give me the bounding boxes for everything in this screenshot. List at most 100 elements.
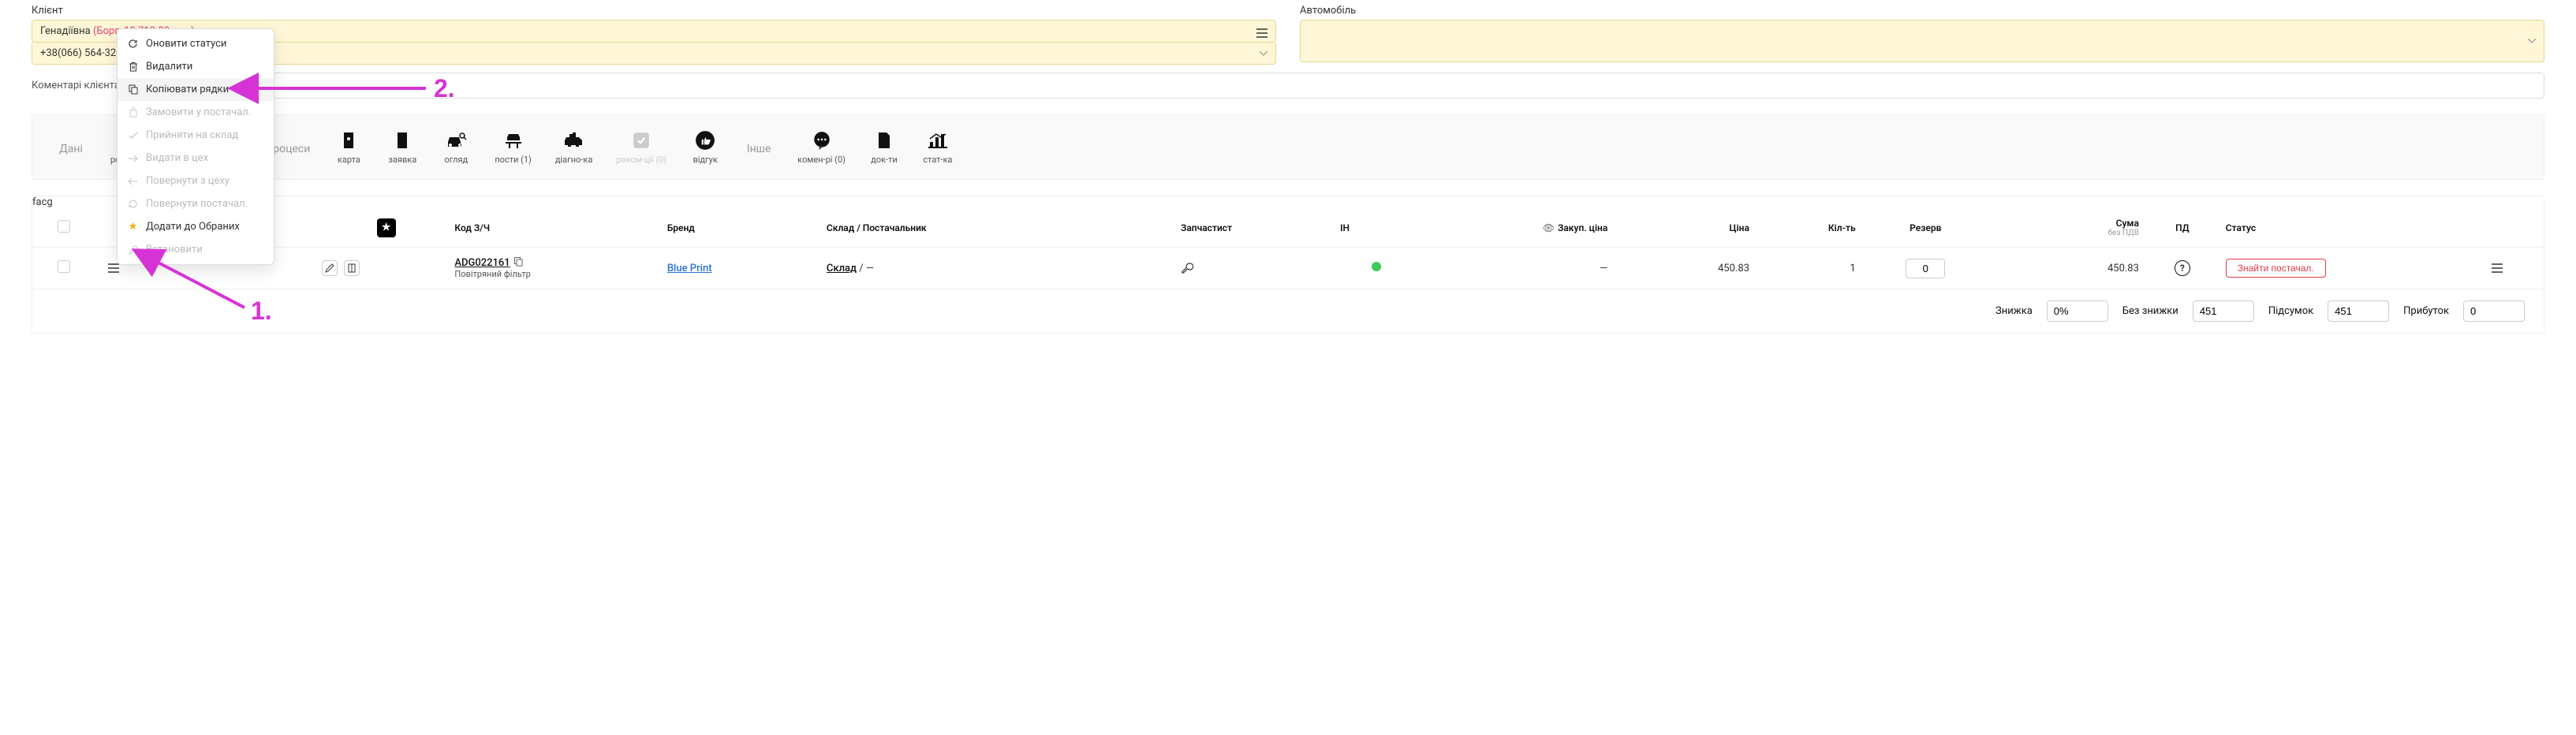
vehicle-field[interactable] — [1300, 20, 2544, 62]
car-search-icon — [445, 129, 467, 151]
tab-recom[interactable]: реком-ції (0) — [608, 129, 674, 165]
edit-icon[interactable] — [322, 260, 338, 276]
comment-input[interactable]: нта — [129, 73, 2544, 99]
favorites-filter-button[interactable]: ★ — [377, 218, 396, 237]
tab-review-label: відгук — [693, 155, 717, 165]
no-discount-input[interactable] — [2193, 300, 2254, 322]
ctx-copy[interactable]: Копіювати рядки — [118, 78, 274, 101]
thumb-up-icon — [694, 129, 716, 151]
col-pd[interactable]: ПД — [2147, 208, 2218, 248]
col-ih[interactable]: ІН — [1332, 208, 1421, 248]
tab-map[interactable]: карта — [326, 129, 371, 165]
book-icon[interactable] — [344, 260, 360, 276]
ctx-delete-label: Видалити — [146, 61, 192, 73]
ctx-refresh[interactable]: Оновити статуси — [118, 32, 274, 55]
row-actions-icon[interactable] — [2492, 263, 2536, 273]
tab-request-label: заявка — [388, 155, 416, 165]
trash-icon — [127, 61, 139, 73]
tab-stats[interactable]: стат-ка — [915, 129, 961, 165]
col-code[interactable]: Код З/Ч — [446, 208, 659, 248]
client-menu-icon[interactable] — [1256, 28, 1267, 38]
ctx-copy-label: Копіювати рядки — [146, 84, 229, 95]
part-code-link[interactable]: ADG022161 — [454, 257, 510, 269]
comment-label: Коментарі клієнта — [32, 80, 120, 91]
totals-bar: Знижка Без знижки Підсумок Прибуток — [32, 289, 2544, 333]
engine-icon — [563, 129, 585, 151]
col-reserve[interactable]: Резерв — [1864, 208, 1988, 248]
ctx-install-label: Встановити — [146, 244, 203, 256]
tab-request[interactable]: заявка — [379, 129, 425, 165]
arrow-left-icon — [127, 175, 139, 187]
vehicle-label: Автомобіль — [1300, 0, 2544, 20]
col-spare[interactable]: Запчастист — [1173, 208, 1332, 248]
subtotal-label: Підсумок — [2268, 305, 2313, 317]
sum-cell: 450.83 — [1988, 248, 2147, 289]
wrench-icon[interactable] — [1181, 262, 1324, 274]
help-icon[interactable]: ? — [2175, 260, 2190, 276]
document-icon — [873, 129, 895, 151]
tab-data-label: Дані — [59, 143, 83, 165]
stock-suffix: / — — [857, 263, 874, 274]
chart-bars-icon — [927, 129, 949, 151]
col-qty[interactable]: Кіл-ть — [1757, 208, 1864, 248]
col-sum[interactable]: Сумабез ПДВ — [1988, 208, 2147, 248]
profit-input[interactable] — [2463, 300, 2525, 322]
tab-data[interactable]: Дані — [48, 143, 94, 165]
qty-cell: 1 — [1757, 248, 1864, 289]
ctx-return-shop-label: Повернути з цеху — [146, 175, 230, 187]
tab-stats-label: стат-ка — [923, 155, 952, 165]
tab-overview[interactable]: огляд — [433, 129, 479, 165]
form-icon — [391, 129, 413, 151]
chat-icon — [811, 129, 833, 151]
profit-label: Прибуток — [2403, 305, 2449, 317]
tab-other[interactable]: Інше — [736, 143, 782, 165]
ctx-order-label: Замовити у постачал. — [146, 106, 251, 118]
tab-docs-label: док-ти — [871, 155, 898, 165]
client-phone: +38(066) 564-32-... — [40, 47, 127, 59]
tab-diag[interactable]: діагно-ка — [547, 129, 601, 165]
client-label: Клієнт — [32, 0, 1276, 20]
ctx-accept: Прийняти на склад — [118, 124, 274, 147]
tab-diag-label: діагно-ка — [555, 155, 593, 165]
reserve-input[interactable] — [1906, 259, 1945, 278]
wrench-alt-icon — [127, 244, 139, 256]
client-name: Генадіївна — [40, 25, 91, 37]
badge-check-icon — [630, 129, 652, 151]
tab-recom-label: реком-ції (0) — [616, 155, 666, 165]
col-brand[interactable]: Бренд — [659, 208, 819, 248]
brand-link[interactable]: Blue Print — [667, 263, 712, 274]
col-stock[interactable]: Склад / Постачальник — [819, 208, 1173, 248]
tab-map-label: карта — [338, 155, 360, 165]
select-all-checkbox[interactable] — [58, 220, 70, 233]
vehicle-dropdown-icon[interactable] — [2528, 39, 2536, 43]
tab-review[interactable]: відгук — [682, 129, 728, 165]
tab-posts[interactable]: пости (1) — [487, 129, 539, 165]
tab-comments[interactable]: комен-рі (0) — [790, 129, 853, 165]
ctx-issue-label: Видати в цех — [146, 152, 208, 164]
subtotal-input[interactable] — [2328, 300, 2389, 322]
status-dot-green — [1372, 262, 1381, 271]
copy-code-icon[interactable] — [514, 257, 525, 268]
row-checkbox[interactable] — [58, 260, 70, 273]
refresh-icon — [127, 38, 139, 50]
bag-icon — [127, 106, 139, 118]
stock-link[interactable]: Склад — [827, 263, 857, 274]
eye-crossed-icon: 👁 — [1543, 222, 1555, 233]
col-buy-price[interactable]: 👁Закуп. ціна — [1421, 208, 1615, 248]
find-supplier-button[interactable]: Знайти постачал. — [2226, 259, 2326, 278]
tab-docs[interactable]: док-ти — [861, 129, 907, 165]
tab-posts-label: пости (1) — [495, 155, 532, 165]
ctx-delete[interactable]: Видалити — [118, 55, 274, 78]
copy-icon — [127, 84, 139, 95]
col-status[interactable]: Статус — [2218, 208, 2484, 248]
col-price[interactable]: Ціна — [1615, 208, 1757, 248]
tab-other-label: Інше — [747, 143, 771, 165]
ctx-favorite[interactable]: ★ Додати до Обраних — [118, 215, 274, 238]
client-phone-dropdown-icon[interactable] — [1260, 51, 1267, 56]
ctx-return-supplier-label: Повернути постачал. — [146, 198, 248, 210]
car-lift-icon — [502, 129, 525, 151]
discount-input[interactable] — [2047, 300, 2108, 322]
ctx-refresh-label: Оновити статуси — [146, 38, 226, 50]
ctx-issue: Видати в цех — [118, 147, 274, 170]
context-menu: Оновити статуси Видалити Копіювати рядки… — [117, 28, 274, 265]
